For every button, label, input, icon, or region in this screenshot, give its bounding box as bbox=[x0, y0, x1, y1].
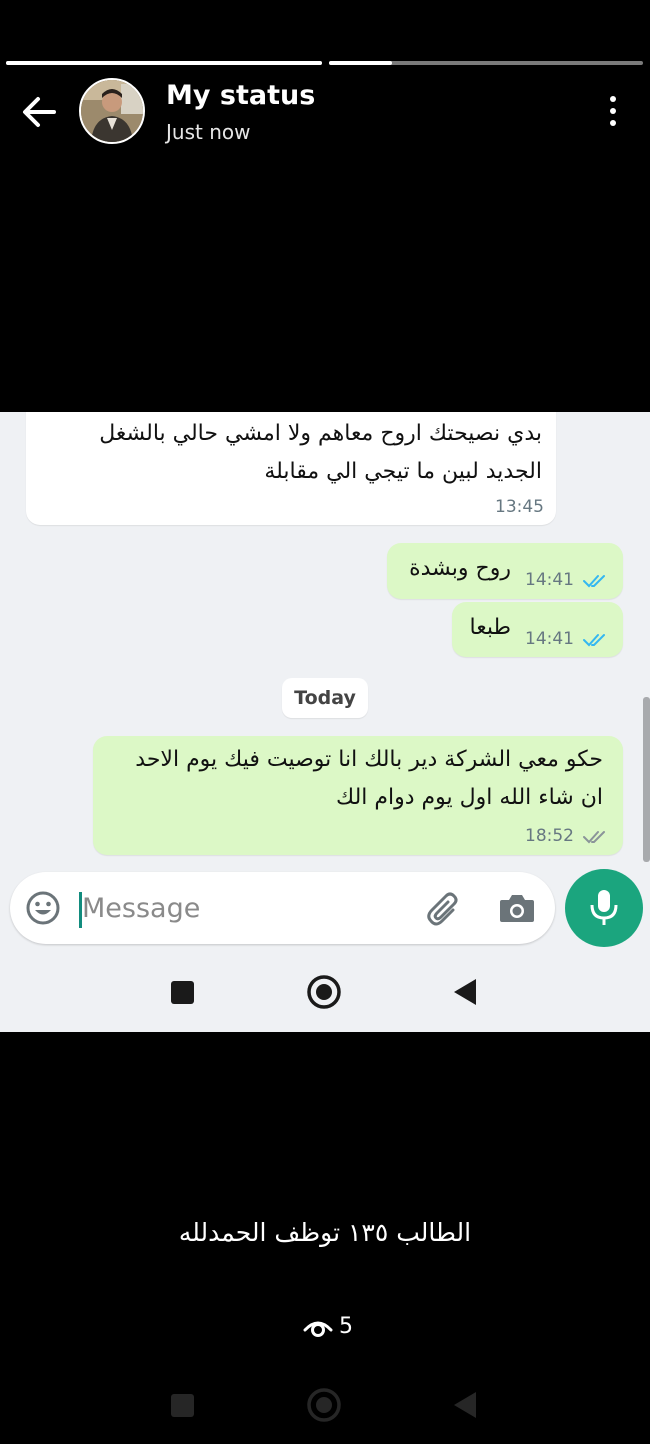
message-bubble-outgoing: حكو معي الشركة دير بالك انا توصيت فيك يو… bbox=[93, 736, 623, 855]
system-home-button[interactable] bbox=[304, 1385, 344, 1425]
message-bubble-outgoing: روح وبشدة 14:41 bbox=[387, 543, 623, 599]
message-text-line: روح وبشدة bbox=[409, 556, 511, 581]
message-input[interactable] bbox=[82, 886, 402, 930]
message-time: 13:45 bbox=[495, 497, 544, 517]
avatar[interactable] bbox=[79, 78, 145, 144]
double-check-icon bbox=[583, 831, 605, 844]
message-text-line: حكو معي الشركة دير بالك انا توصيت فيك يو… bbox=[135, 747, 603, 772]
views-count: 5 bbox=[339, 1314, 353, 1339]
story-progress-fill-2 bbox=[329, 61, 392, 65]
home-circle-icon bbox=[307, 975, 341, 1009]
story-progress-fill-1 bbox=[6, 61, 322, 65]
system-recents-button[interactable] bbox=[163, 1385, 203, 1425]
scrollbar bbox=[643, 697, 650, 862]
message-time: 18:52 bbox=[525, 826, 574, 846]
more-options-button[interactable] bbox=[600, 92, 626, 130]
status-title: My status bbox=[166, 80, 316, 111]
avatar-photo bbox=[81, 80, 143, 142]
double-check-icon bbox=[583, 575, 605, 588]
story-progress-segment-1 bbox=[6, 61, 322, 65]
camera-icon bbox=[500, 895, 534, 922]
status-image-chat-screenshot: بدي نصيحتك اروح معاهم ولا امشي حالي بالش… bbox=[0, 412, 650, 1032]
message-time: 14:41 bbox=[525, 570, 574, 590]
microphone-button bbox=[565, 869, 643, 947]
date-divider: Today bbox=[282, 678, 368, 718]
double-check-icon bbox=[583, 634, 605, 647]
message-text-line: الجديد لبين ما تيجي الي مقابلة bbox=[264, 459, 542, 484]
message-text-line: طبعا bbox=[469, 615, 511, 640]
status-caption: الطالب ١٣٥ توظف الحمدلله bbox=[178, 1218, 472, 1247]
status-timestamp: Just now bbox=[166, 120, 251, 144]
system-back-button[interactable] bbox=[446, 1385, 486, 1425]
microphone-icon bbox=[590, 890, 618, 925]
emoji-icon bbox=[26, 891, 60, 925]
arrow-left-icon bbox=[23, 97, 56, 127]
message-text-line: بدي نصيحتك اروح معاهم ولا امشي حالي بالش… bbox=[99, 421, 542, 446]
story-progress-segment-2 bbox=[329, 61, 643, 65]
recents-square-icon bbox=[171, 981, 194, 1004]
back-triangle-icon bbox=[454, 979, 476, 1005]
message-bubble-outgoing: طبعا 14:41 bbox=[452, 602, 623, 657]
message-time: 14:41 bbox=[525, 629, 574, 649]
back-button[interactable] bbox=[18, 90, 62, 134]
paperclip-icon bbox=[427, 892, 458, 926]
message-composer bbox=[10, 872, 555, 944]
eye-icon bbox=[303, 1321, 333, 1337]
message-bubble-incoming: بدي نصيحتك اروح معاهم ولا امشي حالي بالش… bbox=[26, 412, 556, 525]
message-text-line: ان شاء الله اول يوم دوام الك bbox=[336, 785, 603, 810]
